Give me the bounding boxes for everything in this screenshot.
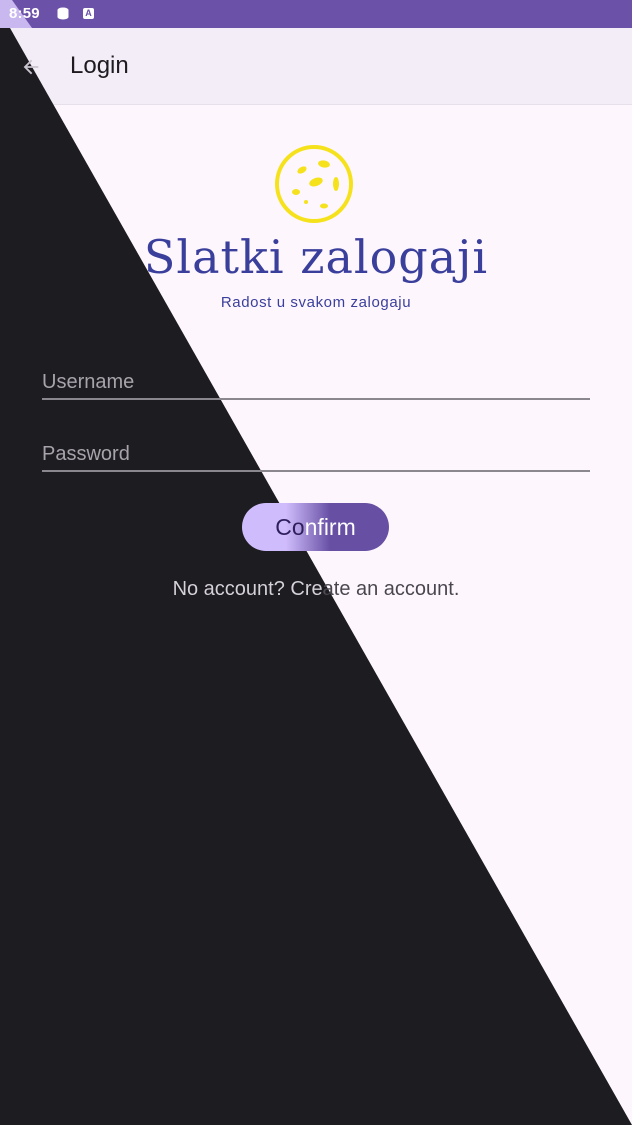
username-field[interactable]: [42, 364, 590, 400]
status-time: 8:59: [9, 5, 40, 22]
confirm-button-label: Confirm: [275, 513, 356, 540]
password-field[interactable]: [42, 436, 590, 472]
arrow-back-icon: [23, 59, 39, 75]
password-input[interactable]: [42, 443, 590, 466]
status-bar: 8:59 A: [0, 0, 632, 28]
confirm-button[interactable]: Confirm: [242, 503, 389, 551]
create-account-link[interactable]: No account? Create an account.: [0, 578, 632, 601]
cookie-icon: [275, 145, 353, 223]
accessibility-a-icon: A: [83, 8, 94, 19]
page-title: Login: [70, 52, 129, 79]
storage-icon: [57, 7, 69, 20]
brand-tagline: Radost u svakom zalogaju: [220, 294, 412, 311]
create-account-text: No account? Create an account.: [172, 578, 460, 600]
app-bar: Login: [0, 28, 632, 105]
brand-name: Slatki zalogaji: [143, 230, 489, 284]
back-button[interactable]: [14, 50, 48, 84]
username-input[interactable]: [42, 371, 590, 394]
